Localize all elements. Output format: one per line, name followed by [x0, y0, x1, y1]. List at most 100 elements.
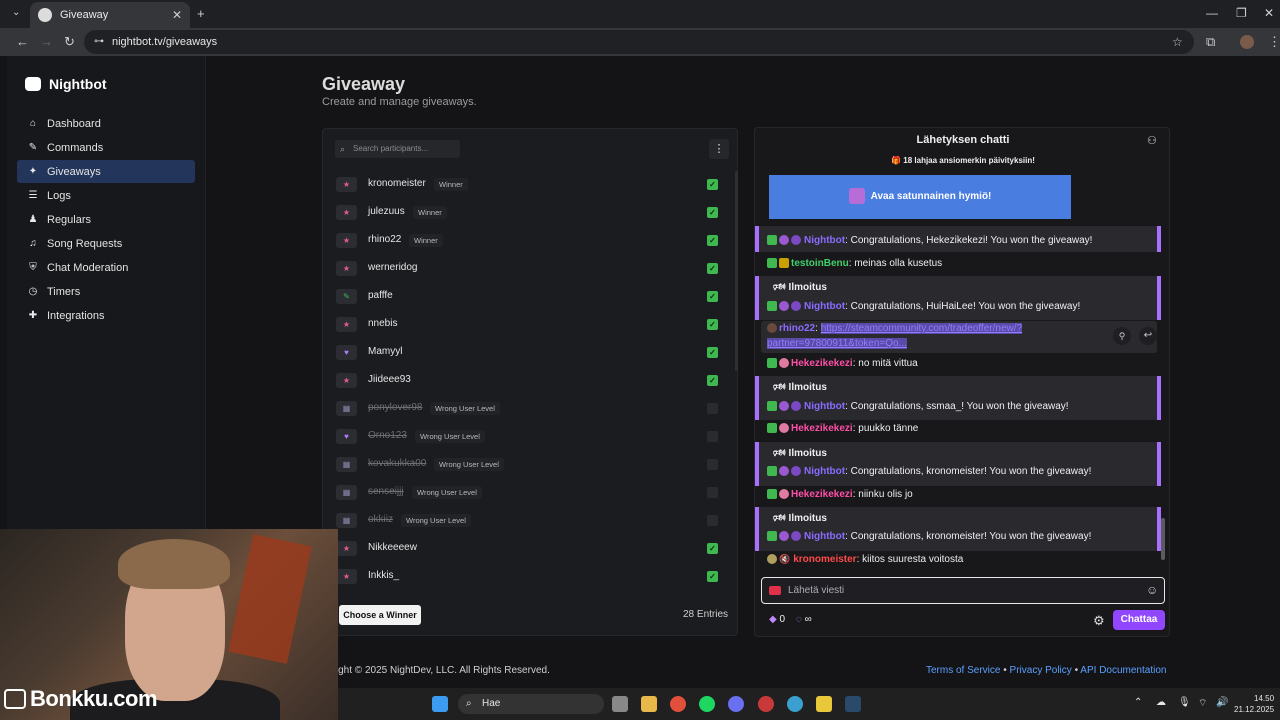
- task-view-icon[interactable]: [612, 696, 628, 712]
- participant-row[interactable]: ★ julezuus Winner ✓: [333, 199, 723, 227]
- bookmark-star-icon[interactable]: ☆: [1172, 30, 1183, 54]
- sidebar-item-song-requests[interactable]: ♫ Song Requests: [17, 232, 195, 255]
- chat-message[interactable]: testoinBenu: meinas olla kusetus: [767, 258, 942, 269]
- participant-row[interactable]: ★ kronomeister Winner ✓: [333, 171, 723, 199]
- discord-icon[interactable]: [728, 696, 744, 712]
- app-icon[interactable]: [758, 696, 774, 712]
- sidebar-item-timers[interactable]: ◷ Timers: [17, 280, 195, 303]
- eligible-checkbox[interactable]: [707, 403, 718, 414]
- cloud-icon[interactable]: ☁: [1156, 697, 1166, 708]
- community-icon[interactable]: ⚇: [1147, 134, 1157, 147]
- reply-icon[interactable]: ↩: [1139, 327, 1157, 345]
- send-chat-button[interactable]: Chattaa: [1113, 610, 1165, 630]
- network-icon[interactable]: ⌔: [1198, 697, 1207, 710]
- brand-logo[interactable]: Nightbot: [25, 76, 107, 92]
- chat-message-input[interactable]: Lähetä viesti ☺: [761, 577, 1165, 604]
- participant-row[interactable]: ▦ kovakukka00 Wrong User Level: [333, 451, 723, 479]
- eligible-checkbox[interactable]: ✓: [707, 375, 718, 386]
- reload-icon[interactable]: ↻: [64, 34, 75, 50]
- participant-row[interactable]: ★ rhino22 Winner ✓: [333, 227, 723, 255]
- close-tab-icon[interactable]: ✕: [172, 8, 182, 22]
- back-icon[interactable]: ←: [16, 34, 29, 49]
- sidebar-item-dashboard[interactable]: ⌂ Dashboard: [17, 112, 195, 135]
- chat-message[interactable]: Nightbot: Congratulations, Hekezikekezi!…: [767, 235, 1092, 246]
- minimize-icon[interactable]: —: [1206, 6, 1218, 20]
- sidebar-item-commands[interactable]: ✎ Commands: [17, 136, 195, 159]
- chat-message[interactable]: Nightbot: Congratulations, kronomeister!…: [767, 531, 1091, 542]
- eligible-checkbox[interactable]: ✓: [707, 543, 718, 554]
- eligible-checkbox[interactable]: ✓: [707, 235, 718, 246]
- participant-row[interactable]: ★ Inkkis_ ✓: [333, 563, 723, 591]
- eligible-checkbox[interactable]: ✓: [707, 571, 718, 582]
- app-k-icon[interactable]: [816, 696, 832, 712]
- participant-row[interactable]: ▦ senseijjj Wrong User Level: [333, 479, 723, 507]
- emoji-icon[interactable]: ☺: [1146, 578, 1158, 603]
- chrome-icon[interactable]: [670, 696, 686, 712]
- eligible-checkbox[interactable]: ✓: [707, 319, 718, 330]
- choose-winner-button[interactable]: Choose a Winner: [339, 605, 421, 625]
- eligible-checkbox[interactable]: ✓: [707, 207, 718, 218]
- eligible-checkbox[interactable]: ✓: [707, 263, 718, 274]
- new-tab-icon[interactable]: +: [197, 6, 205, 21]
- trade-link-continued[interactable]: partner=97800911&token=Qo...: [767, 338, 907, 349]
- chat-message[interactable]: Nightbot: Congratulations, HuiHaiLee! Yo…: [767, 301, 1080, 312]
- chat-message-continued[interactable]: partner=97800911&token=Qo...: [767, 338, 907, 349]
- eligible-checkbox[interactable]: ✓: [707, 179, 718, 190]
- chat-scrollbar[interactable]: [1160, 178, 1166, 568]
- eligible-checkbox[interactable]: [707, 487, 718, 498]
- chat-settings-icon[interactable]: ⚙: [1093, 613, 1105, 629]
- privacy-link[interactable]: Privacy Policy: [1010, 665, 1072, 676]
- site-info-icon[interactable]: ⊶: [94, 30, 104, 54]
- address-bar[interactable]: ⊶ nightbot.tv/giveaways ☆: [84, 30, 1194, 54]
- sidebar-item-chat-moderation[interactable]: ⛨ Chat Moderation: [17, 256, 195, 279]
- participants-scrollbar[interactable]: [735, 171, 738, 371]
- participant-row[interactable]: ♥ Mamyyl ✓: [333, 339, 723, 367]
- chat-message[interactable]: Hekezikekezi: no mitä vittua: [767, 358, 918, 369]
- api-docs-link[interactable]: API Documentation: [1080, 665, 1166, 676]
- camera-icon[interactable]: [769, 586, 781, 595]
- trade-link[interactable]: https://steamcommunity.com/tradeoffer/ne…: [820, 323, 1023, 334]
- maximize-icon[interactable]: ❐: [1236, 6, 1247, 20]
- chat-message[interactable]: Hekezikekezi: niinku olis jo: [767, 489, 913, 500]
- participant-row[interactable]: ★ Nikkeeeew ✓: [333, 535, 723, 563]
- chat-message[interactable]: 🔇 kronomeister: kiitos suuresta voitosta: [767, 554, 963, 565]
- windows-start-icon[interactable]: [432, 696, 448, 712]
- eligible-checkbox[interactable]: ✓: [707, 347, 718, 358]
- random-emote-button[interactable]: Avaa satunnainen hymiö!: [769, 175, 1071, 219]
- participant-row[interactable]: ▦ ponylover98 Wrong User Level: [333, 395, 723, 423]
- terms-link[interactable]: Terms of Service: [926, 665, 1000, 676]
- taskbar-clock[interactable]: 14.50 21.12.2025: [1234, 693, 1274, 715]
- eligible-checkbox[interactable]: [707, 515, 718, 526]
- eligible-checkbox[interactable]: [707, 431, 718, 442]
- participant-row[interactable]: ✎ pafffe ✓: [333, 283, 723, 311]
- spotify-icon[interactable]: [699, 696, 715, 712]
- bits-balance[interactable]: ◆ 0 ◌ ∞: [769, 614, 812, 625]
- sidebar-item-regulars[interactable]: ♟ Regulars: [17, 208, 195, 231]
- sidebar-item-giveaways[interactable]: ✦ Giveaways: [17, 160, 195, 183]
- volume-icon[interactable]: 🔊: [1216, 697, 1228, 708]
- chat-message[interactable]: rhino22: https://steamcommunity.com/trad…: [767, 323, 1023, 334]
- extensions-icon[interactable]: ⧉: [1206, 34, 1215, 50]
- file-explorer-icon[interactable]: [641, 696, 657, 712]
- steam-icon[interactable]: [845, 696, 861, 712]
- pin-icon[interactable]: ⚲: [1113, 327, 1131, 345]
- mic-icon[interactable]: 🎙: [1178, 697, 1191, 708]
- participant-row[interactable]: ★ nnebis ✓: [333, 311, 723, 339]
- sidebar-item-logs[interactable]: ☰ Logs: [17, 184, 195, 207]
- participant-row[interactable]: ♥ Orno123 Wrong User Level: [333, 423, 723, 451]
- chat-message[interactable]: Nightbot: Congratulations, ssmaa_! You w…: [767, 401, 1069, 412]
- app-c-icon[interactable]: [787, 696, 803, 712]
- participant-row[interactable]: ★ werneridog ✓: [333, 255, 723, 283]
- close-window-icon[interactable]: ✕: [1264, 6, 1274, 20]
- forward-icon[interactable]: →: [40, 34, 53, 49]
- sidebar-item-integrations[interactable]: ✚ Integrations: [17, 304, 195, 327]
- chat-message[interactable]: Hekezikekezi: puukko tänne: [767, 423, 918, 434]
- profile-avatar[interactable]: [1240, 35, 1254, 49]
- search-input[interactable]: ⌕ Search participants...: [335, 140, 460, 158]
- participant-row[interactable]: ★ Jiideee93 ✓: [333, 367, 723, 395]
- taskbar-search[interactable]: ⌕ Hae: [458, 694, 604, 714]
- browser-tab[interactable]: Giveaway ✕: [30, 2, 190, 28]
- eligible-checkbox[interactable]: ✓: [707, 291, 718, 302]
- browser-menu-icon[interactable]: ⋮: [1268, 34, 1280, 50]
- tray-chevron-icon[interactable]: ⌃: [1134, 697, 1142, 708]
